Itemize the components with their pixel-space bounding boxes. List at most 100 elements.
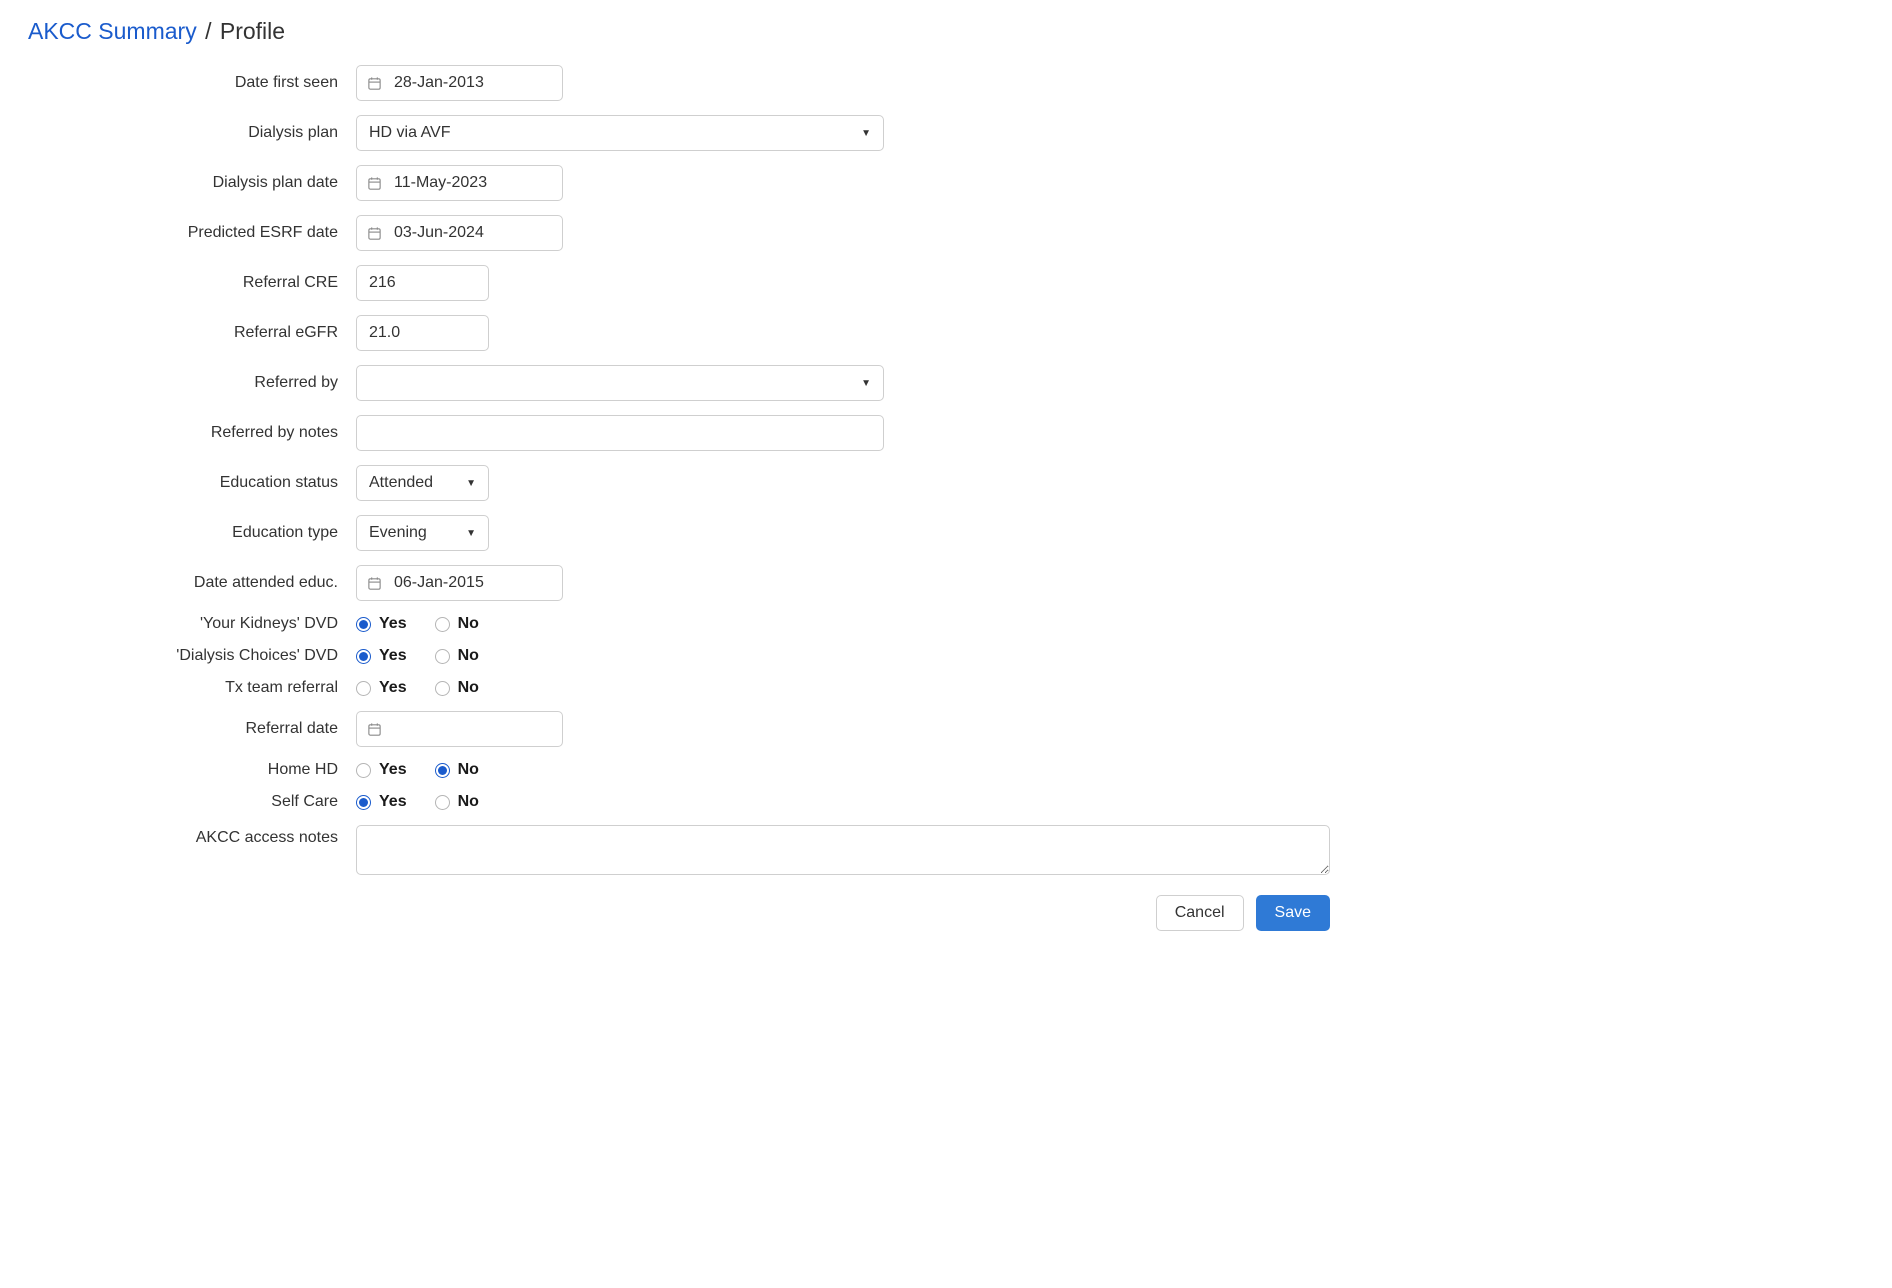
radio-label-yes: Yes [379, 615, 407, 633]
radio-icon [356, 617, 371, 632]
dialysis-plan-select[interactable]: HD via AVF ▼ [356, 115, 884, 151]
row-dialysis-plan-date: Dialysis plan date 11-May-2023 [28, 165, 1864, 201]
label-dialysis-choices-dvd: 'Dialysis Choices' DVD [28, 647, 356, 665]
chevron-down-icon: ▼ [861, 128, 871, 139]
radio-icon [435, 617, 450, 632]
predicted-esrf-date-input[interactable]: 03-Jun-2024 [356, 215, 563, 251]
calendar-icon [367, 576, 382, 591]
radio-label-no: No [458, 793, 479, 811]
breadcrumb-link-akcc-summary[interactable]: AKCC Summary [28, 18, 197, 44]
referral-egfr-input[interactable] [356, 315, 489, 351]
home-hd-radio-group: Yes No [356, 761, 1864, 779]
radio-icon [435, 681, 450, 696]
calendar-icon [367, 226, 382, 241]
label-predicted-esrf-date: Predicted ESRF date [28, 224, 356, 242]
akcc-access-notes-input[interactable] [356, 825, 1330, 875]
education-status-select[interactable]: Attended ▼ [356, 465, 489, 501]
radio-icon [435, 763, 450, 778]
radio-icon [435, 795, 450, 810]
row-referred-by-notes: Referred by notes [28, 415, 1864, 451]
dialysis-plan-date-input[interactable]: 11-May-2023 [356, 165, 563, 201]
row-tx-team-referral: Tx team referral Yes No [28, 679, 1864, 697]
chevron-down-icon: ▼ [861, 378, 871, 389]
tx-team-referral-no[interactable]: No [435, 679, 479, 697]
label-tx-team-referral: Tx team referral [28, 679, 356, 697]
referred-by-select[interactable]: ▼ [356, 365, 884, 401]
radio-icon [356, 763, 371, 778]
your-kidneys-dvd-radio-group: Yes No [356, 615, 1864, 633]
radio-label-no: No [458, 647, 479, 665]
radio-icon [356, 681, 371, 696]
home-hd-yes[interactable]: Yes [356, 761, 407, 779]
label-akcc-access-notes: AKCC access notes [28, 825, 356, 847]
self-care-yes[interactable]: Yes [356, 793, 407, 811]
radio-icon [435, 649, 450, 664]
referred-by-notes-input[interactable] [356, 415, 884, 451]
calendar-icon [367, 76, 382, 91]
radio-icon [356, 649, 371, 664]
row-referral-date: Referral date [28, 711, 1864, 747]
radio-label-yes: Yes [379, 761, 407, 779]
breadcrumb: AKCC Summary / Profile [28, 18, 1864, 45]
dialysis-plan-date-value: 11-May-2023 [394, 174, 487, 192]
row-education-status: Education status Attended ▼ [28, 465, 1864, 501]
predicted-esrf-date-value: 03-Jun-2024 [394, 224, 484, 242]
row-referral-cre: Referral CRE [28, 265, 1864, 301]
radio-label-no: No [458, 679, 479, 697]
dialysis-choices-dvd-yes[interactable]: Yes [356, 647, 407, 665]
label-dialysis-plan-date: Dialysis plan date [28, 174, 356, 192]
label-referral-egfr: Referral eGFR [28, 324, 356, 342]
radio-label-yes: Yes [379, 679, 407, 697]
label-referral-cre: Referral CRE [28, 274, 356, 292]
label-your-kidneys-dvd: 'Your Kidneys' DVD [28, 615, 356, 633]
label-education-status: Education status [28, 474, 356, 492]
label-date-first-seen: Date first seen [28, 74, 356, 92]
dialysis-plan-value: HD via AVF [369, 124, 451, 142]
label-referred-by-notes: Referred by notes [28, 424, 356, 442]
date-first-seen-value: 28-Jan-2013 [394, 74, 484, 92]
referral-date-input[interactable] [356, 711, 563, 747]
date-attended-educ-value: 06-Jan-2015 [394, 574, 484, 592]
chevron-down-icon: ▼ [466, 478, 476, 489]
breadcrumb-current: Profile [220, 18, 285, 44]
tx-team-referral-yes[interactable]: Yes [356, 679, 407, 697]
date-attended-educ-input[interactable]: 06-Jan-2015 [356, 565, 563, 601]
date-first-seen-input[interactable]: 28-Jan-2013 [356, 65, 563, 101]
cancel-button[interactable]: Cancel [1156, 895, 1244, 931]
row-education-type: Education type Evening ▼ [28, 515, 1864, 551]
dialysis-choices-dvd-radio-group: Yes No [356, 647, 1864, 665]
label-referred-by: Referred by [28, 374, 356, 392]
row-date-first-seen: Date first seen 28-Jan-2013 [28, 65, 1864, 101]
row-predicted-esrf-date: Predicted ESRF date 03-Jun-2024 [28, 215, 1864, 251]
education-status-value: Attended [369, 474, 433, 492]
radio-icon [356, 795, 371, 810]
calendar-icon [367, 722, 382, 737]
self-care-radio-group: Yes No [356, 793, 1864, 811]
row-referral-egfr: Referral eGFR [28, 315, 1864, 351]
row-dialysis-choices-dvd: 'Dialysis Choices' DVD Yes No [28, 647, 1864, 665]
self-care-no[interactable]: No [435, 793, 479, 811]
label-date-attended-educ: Date attended educ. [28, 574, 356, 592]
save-button[interactable]: Save [1256, 895, 1330, 931]
referral-cre-input[interactable] [356, 265, 489, 301]
education-type-value: Evening [369, 524, 427, 542]
radio-label-yes: Yes [379, 793, 407, 811]
radio-label-yes: Yes [379, 647, 407, 665]
button-row: Cancel Save [28, 895, 1330, 931]
radio-label-no: No [458, 615, 479, 633]
education-type-select[interactable]: Evening ▼ [356, 515, 489, 551]
label-self-care: Self Care [28, 793, 356, 811]
calendar-icon [367, 176, 382, 191]
row-dialysis-plan: Dialysis plan HD via AVF ▼ [28, 115, 1864, 151]
row-date-attended-educ: Date attended educ. 06-Jan-2015 [28, 565, 1864, 601]
your-kidneys-dvd-no[interactable]: No [435, 615, 479, 633]
your-kidneys-dvd-yes[interactable]: Yes [356, 615, 407, 633]
row-self-care: Self Care Yes No [28, 793, 1864, 811]
home-hd-no[interactable]: No [435, 761, 479, 779]
chevron-down-icon: ▼ [466, 528, 476, 539]
dialysis-choices-dvd-no[interactable]: No [435, 647, 479, 665]
label-referral-date: Referral date [28, 720, 356, 738]
radio-label-no: No [458, 761, 479, 779]
tx-team-referral-radio-group: Yes No [356, 679, 1864, 697]
label-education-type: Education type [28, 524, 356, 542]
